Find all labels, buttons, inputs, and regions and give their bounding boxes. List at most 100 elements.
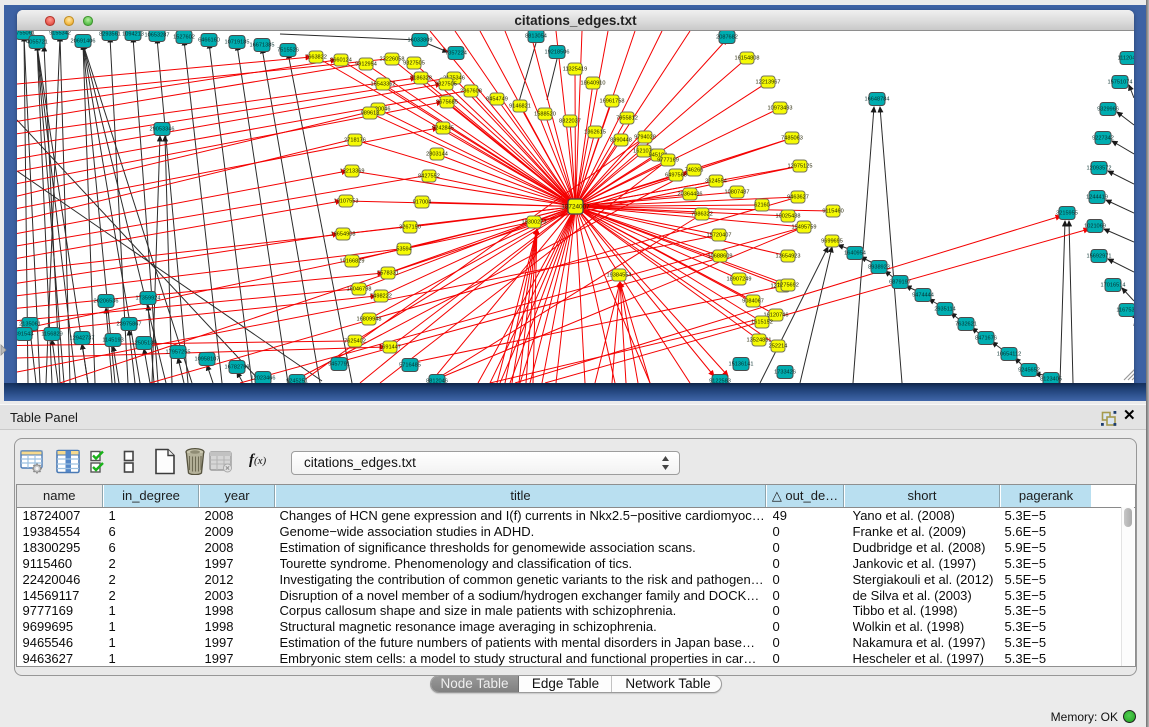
svg-text:3675685: 3675685 [436, 100, 458, 106]
svg-text:8293561: 8293561 [99, 32, 121, 38]
svg-text:13654923: 13654923 [776, 254, 801, 260]
svg-text:9245652: 9245652 [1018, 368, 1040, 374]
svg-text:4055721: 4055721 [26, 40, 48, 46]
svg-text:8813054: 8813054 [525, 34, 547, 40]
svg-text:12213967: 12213967 [756, 80, 781, 86]
svg-text:1112045: 1112045 [1118, 56, 1134, 62]
svg-text:9122583: 9122583 [709, 379, 731, 383]
svg-text:8822037: 8822037 [559, 119, 581, 125]
svg-text:1362615: 1362615 [584, 130, 606, 136]
svg-text:9155342: 9155342 [49, 31, 71, 37]
svg-text:9912954: 9912954 [355, 62, 377, 68]
svg-text:7955812: 7955812 [616, 116, 638, 122]
svg-text:16046798: 16046798 [347, 287, 372, 293]
svg-text:10973493: 10973493 [768, 106, 793, 112]
svg-text:16648784: 16648784 [865, 97, 890, 103]
svg-text:2087682: 2087682 [716, 35, 738, 41]
svg-text:16543362: 16543362 [371, 82, 396, 88]
svg-text:391543: 391543 [17, 332, 33, 338]
svg-text:3624554: 3624554 [705, 179, 727, 185]
svg-text:16033809: 16033809 [408, 38, 433, 44]
svg-text:9463627: 9463627 [787, 195, 809, 201]
svg-text:9699695: 9699695 [821, 239, 843, 245]
svg-text:3215955: 3215955 [1056, 211, 1078, 217]
svg-text:9329966: 9329966 [1097, 107, 1119, 113]
svg-text:9457791: 9457791 [328, 362, 350, 368]
svg-text:8938923: 8938923 [868, 265, 890, 271]
svg-text:5498222: 5498222 [370, 294, 392, 300]
svg-text:10719185: 10719185 [225, 40, 250, 46]
svg-text:16809948: 16809948 [357, 317, 382, 323]
svg-text:20691406: 20691406 [71, 39, 96, 45]
svg-text:8427552: 8427552 [418, 174, 440, 180]
svg-text:15136141: 15136141 [729, 362, 754, 368]
svg-text:12975125: 12975125 [788, 164, 813, 170]
svg-text:19384554: 19384554 [607, 273, 632, 279]
svg-text:10958107: 10958107 [195, 357, 220, 363]
svg-text:12023466: 12023466 [251, 376, 276, 382]
svg-text:20206536: 20206536 [94, 299, 119, 305]
svg-text:23975867: 23975867 [117, 322, 142, 328]
svg-text:1527602: 1527602 [173, 35, 195, 41]
svg-text:1615152: 1615152 [751, 320, 773, 326]
svg-text:3267150: 3267150 [399, 225, 421, 231]
svg-text:10107553: 10107553 [334, 199, 359, 205]
svg-text:9327505: 9327505 [435, 82, 457, 88]
svg-text:11325419: 11325419 [563, 67, 587, 73]
svg-text:917004: 917004 [413, 200, 432, 206]
svg-text:19218506: 19218506 [545, 50, 570, 56]
svg-text:1156829: 1156829 [41, 332, 62, 338]
svg-text:29053346: 29053346 [150, 127, 175, 133]
svg-text:1094213: 1094213 [122, 32, 144, 38]
svg-text:5578331: 5578331 [377, 271, 399, 277]
svg-text:8454749: 8454749 [486, 97, 508, 103]
svg-text:2803144: 2803144 [426, 152, 448, 158]
svg-text:10653287: 10653287 [145, 33, 170, 39]
svg-text:12505135: 12505135 [132, 341, 157, 347]
svg-text:6497568: 6497568 [665, 173, 687, 179]
svg-text:62160: 62160 [754, 203, 770, 209]
svg-text:7485063: 7485063 [781, 136, 803, 142]
svg-text:9227342: 9227342 [1092, 136, 1114, 142]
svg-text:7986322: 7986322 [691, 212, 713, 218]
svg-text:10654112: 10654112 [997, 352, 1021, 358]
svg-text:10688609: 10688609 [708, 254, 733, 260]
svg-text:1244419: 1244419 [1086, 195, 1108, 201]
svg-text:1145193: 1145193 [102, 338, 123, 344]
svg-text:9084067: 9084067 [742, 299, 764, 305]
svg-text:18724007: 18724007 [561, 203, 590, 210]
svg-text:19300273: 19300273 [522, 220, 547, 226]
svg-text:12093572: 12093572 [1087, 166, 1112, 172]
svg-text:1733426: 1733426 [774, 370, 796, 376]
svg-text:7663822: 7663822 [305, 55, 327, 61]
svg-text:9474444: 9474444 [912, 293, 934, 299]
svg-text:989613: 989613 [361, 111, 380, 117]
svg-text:53594: 53594 [396, 247, 412, 253]
svg-text:1275692: 1275692 [777, 283, 799, 289]
svg-text:2935114: 2935114 [934, 307, 955, 313]
svg-text:2135061: 2135061 [19, 322, 41, 328]
svg-text:7632621: 7632621 [955, 322, 977, 328]
svg-text:2367608: 2367608 [460, 89, 482, 95]
svg-text:16671385: 16671385 [250, 43, 275, 49]
svg-text:1691447: 1691447 [379, 345, 401, 351]
svg-text:6879197: 6879197 [889, 280, 911, 286]
svg-text:8660124: 8660124 [330, 58, 352, 64]
svg-text:9327505: 9327505 [403, 61, 425, 67]
svg-text:19166829: 19166829 [340, 259, 365, 265]
svg-text:9146821: 9146821 [509, 104, 531, 110]
svg-text:15692971: 15692971 [1087, 254, 1112, 260]
svg-text:8186328: 8186328 [410, 76, 432, 82]
svg-text:1021069: 1021069 [1084, 224, 1106, 230]
svg-text:17016514: 17016514 [1101, 283, 1126, 289]
svg-text:252214: 252214 [769, 344, 788, 350]
svg-text:746266: 746266 [685, 168, 704, 174]
svg-text:18907249: 18907249 [727, 277, 752, 283]
svg-text:8123405: 8123405 [1040, 377, 1062, 383]
svg-text:12942737: 12942737 [70, 336, 95, 342]
svg-text:15751074: 15751074 [1108, 80, 1133, 86]
svg-text:15495759: 15495759 [792, 225, 817, 231]
svg-text:2718176: 2718176 [344, 138, 366, 144]
svg-text:16154808: 16154808 [735, 56, 760, 62]
svg-text:9115460: 9115460 [822, 209, 843, 215]
